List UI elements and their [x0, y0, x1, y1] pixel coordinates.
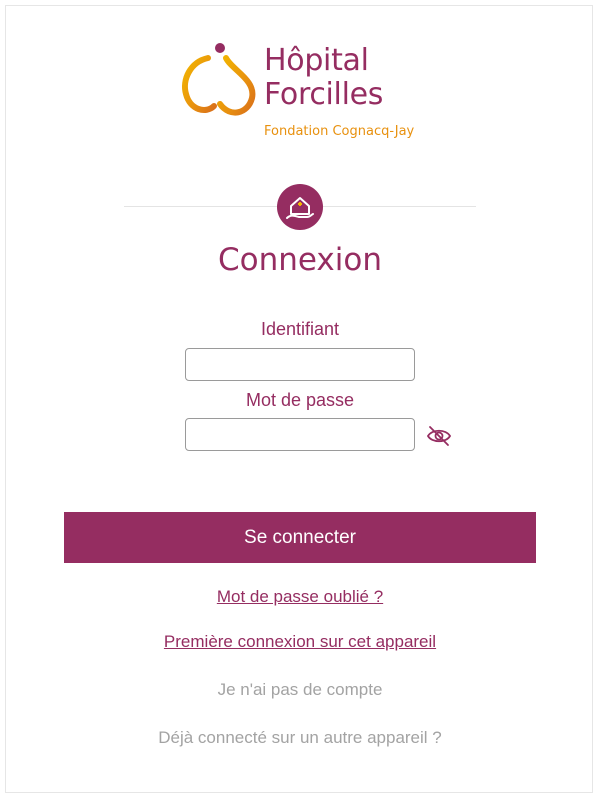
forgot-password-row: Mot de passe oublié ?	[0, 587, 600, 607]
password-input[interactable]	[185, 418, 415, 451]
password-label: Mot de passe	[245, 390, 355, 410]
eye-off-icon[interactable]	[425, 424, 453, 448]
first-connection-row: Première connexion sur cet appareil	[0, 632, 600, 652]
first-connection-link[interactable]: Première connexion sur cet appareil	[164, 632, 436, 651]
home-care-icon	[277, 184, 323, 230]
logo-name-line2: Forcilles	[264, 77, 384, 112]
logo-mark-icon	[182, 43, 256, 116]
forgot-password-link[interactable]: Mot de passe oublié ?	[217, 587, 383, 606]
identifiant-label: Identifiant	[260, 319, 340, 339]
logo-name-line1: Hôpital	[264, 43, 369, 78]
no-account-link[interactable]: Je n'ai pas de compte	[0, 680, 600, 700]
identifiant-input[interactable]	[185, 348, 415, 381]
page-title: Connexion	[217, 242, 382, 278]
logo-subtitle: Fondation Cognacq-Jay	[264, 124, 415, 139]
login-button[interactable]: Se connecter	[64, 512, 536, 563]
hospital-logo: Hôpital Forcilles Fondation Cognacq-Jay	[180, 40, 430, 150]
already-connected-link[interactable]: Déjà connecté sur un autre appareil ?	[0, 728, 600, 748]
logo-name: Hôpital Forcilles	[264, 44, 383, 112]
